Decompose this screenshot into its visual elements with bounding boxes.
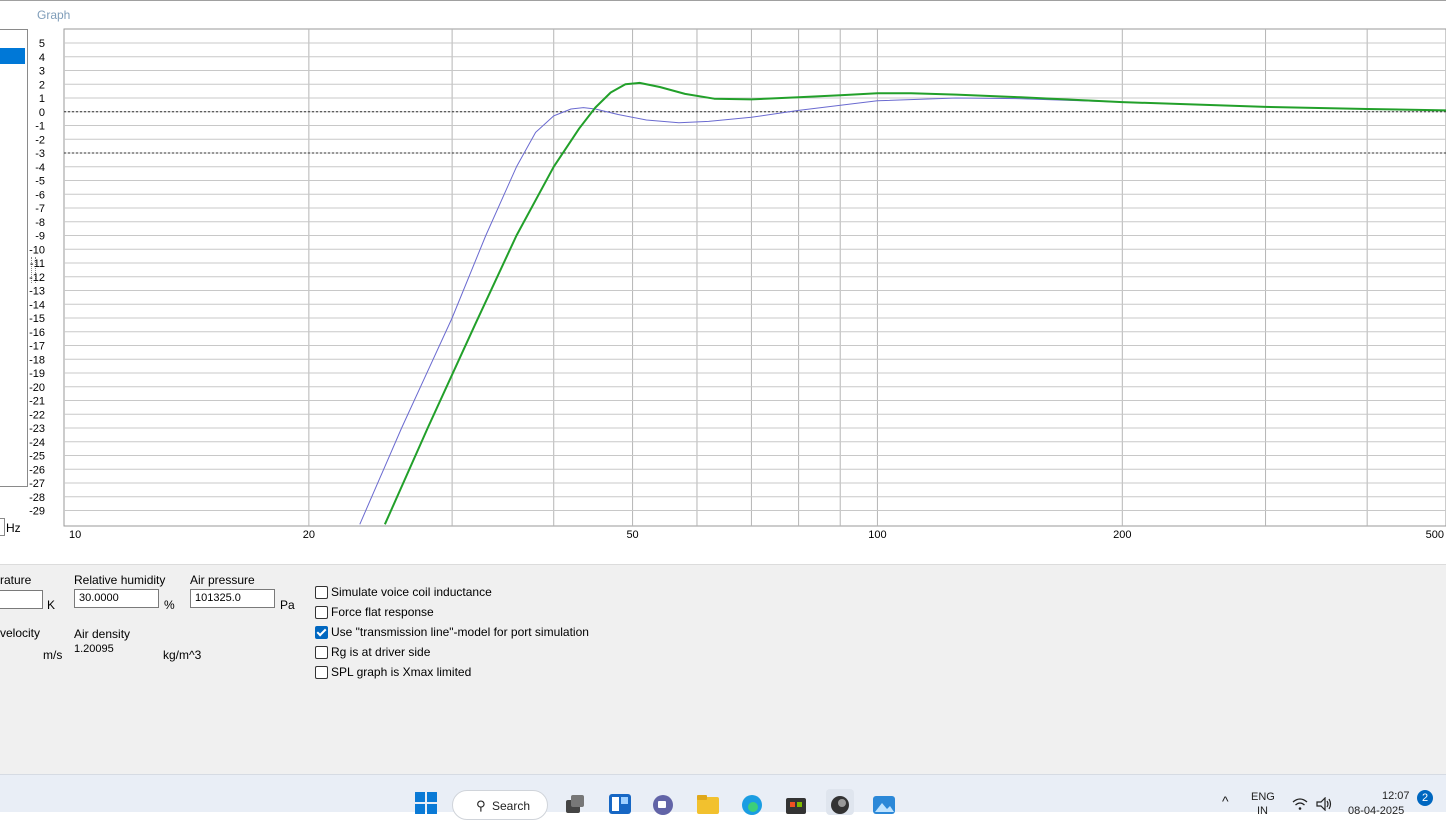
y-tick-label: -17	[29, 341, 45, 353]
y-tick-label: -5	[35, 176, 45, 188]
y-tick-label: -8	[35, 217, 45, 229]
clock-time[interactable]: 12:07	[1382, 790, 1410, 802]
pressure-input[interactable]: 101325.0	[190, 589, 275, 608]
checkbox-rg-driver-side[interactable]	[315, 646, 328, 659]
y-tick-label: -21	[29, 396, 45, 408]
y-tick-label: -10	[29, 244, 45, 256]
pressure-label: Air pressure	[190, 573, 255, 587]
y-tick-label: 5	[39, 38, 45, 50]
language-indicator[interactable]: ENG	[1251, 791, 1275, 803]
y-tick-label: -3	[35, 148, 45, 160]
velocity-label: velocity	[0, 626, 41, 640]
teams-chat-icon[interactable]	[651, 791, 675, 815]
clock-date[interactable]: 08-04-2025	[1348, 805, 1404, 817]
y-tick-label: -7	[35, 203, 45, 215]
checkbox-flat-response[interactable]	[315, 606, 328, 619]
notification-badge[interactable]: 2	[1417, 790, 1433, 806]
settings-panel: rature K Relative humidity 30.0000 % Air…	[0, 564, 1446, 775]
y-tick-label: 2	[39, 79, 45, 91]
y-tick-label: 4	[39, 52, 45, 64]
y-tick-label: -11	[30, 258, 45, 270]
edge-browser-icon[interactable]	[740, 791, 764, 815]
y-tick-label: -28	[29, 492, 45, 504]
option-label: SPL graph is Xmax limited	[331, 665, 472, 679]
y-tick-label: -9	[35, 231, 45, 243]
temperature-input[interactable]	[0, 590, 43, 609]
file-explorer-icon[interactable]	[696, 791, 720, 815]
density-unit: kg/m^3	[163, 648, 202, 662]
x-tick-label: 50	[626, 529, 638, 541]
wifi-icon[interactable]	[1292, 797, 1308, 811]
plot-area	[63, 28, 1446, 527]
humidity-label: Relative humidity	[74, 573, 166, 587]
checkbox-voice-coil[interactable]	[315, 586, 328, 599]
taskbar: ⚲ Search ^ ENG IN 12:07 08-04-2025 2	[0, 774, 1446, 820]
windows-start-icon[interactable]	[414, 791, 438, 815]
widgets-icon[interactable]	[608, 791, 632, 815]
y-tick-label: -16	[29, 327, 45, 339]
option-label: Simulate voice coil inductance	[331, 585, 492, 599]
volume-icon[interactable]	[1316, 797, 1334, 811]
language-region: IN	[1257, 805, 1268, 817]
x-tick-label: 20	[303, 529, 315, 541]
chevron-up-icon[interactable]: ^	[1222, 793, 1229, 809]
photos-icon[interactable]	[872, 791, 896, 815]
y-tick-label: -20	[29, 382, 45, 394]
temperature-label: rature	[0, 573, 32, 587]
x-tick-label: 200	[1113, 529, 1131, 541]
density-label: Air density	[74, 627, 131, 641]
x-tick-label: 100	[868, 529, 886, 541]
y-tick-label: -4	[35, 162, 45, 174]
humidity-input[interactable]: 30.0000	[74, 589, 159, 608]
y-tick-label: -24	[29, 437, 45, 449]
search-icon: ⚲	[476, 798, 486, 813]
x-tick-label: 10	[69, 529, 81, 541]
y-tick-label: -6	[35, 189, 45, 201]
y-tick-label: -23	[29, 423, 45, 435]
density-value: 1.20095	[74, 643, 114, 655]
y-tick-label: -26	[29, 464, 45, 476]
y-tick-label: -19	[29, 368, 45, 380]
graph-panel: Graph Hz 5 4 3 2 1 0 -1 -2 -3 -4 -5 -6 -7 -8 -9 -10 -11-…	[0, 0, 1446, 565]
y-tick-label: 1	[39, 93, 45, 105]
y-tick-label: -13	[29, 286, 45, 298]
search-box[interactable]: ⚲ Search	[452, 790, 548, 820]
y-tick-label: -12	[29, 272, 45, 284]
y-tick-label: -14	[29, 299, 45, 311]
velocity-unit: m/s	[43, 648, 63, 662]
y-tick-label: -22	[29, 409, 45, 421]
x-tick-label: 500	[1426, 529, 1444, 541]
task-view-icon[interactable]	[563, 791, 587, 815]
checkbox-transmission-line[interactable]	[315, 626, 328, 639]
y-tick-label: 0	[39, 107, 45, 119]
y-tick-label: -25	[29, 451, 45, 463]
humidity-unit: %	[164, 598, 175, 612]
pressure-unit: Pa	[280, 598, 295, 612]
y-tick-label: 3	[39, 66, 45, 78]
option-label: Force flat response	[331, 605, 434, 619]
y-tick-label: -1	[35, 121, 45, 133]
x-tick-labels: 10 20 50 100 200 500	[69, 529, 1444, 541]
speaker-app-icon[interactable]	[826, 789, 854, 815]
y-tick-label: -15	[29, 313, 45, 325]
y-tick-label: -2	[35, 134, 45, 146]
option-label: Use "transmission line"-model for port s…	[331, 625, 589, 639]
spl-chart: 543210-1-2-3-4-5-6-7-8-9-10-11-12-13-14-…	[29, 28, 1446, 541]
option-label: Rg is at driver side	[331, 645, 431, 659]
y-tick-label: -18	[29, 354, 45, 366]
y-tick-label: -29	[29, 506, 45, 518]
store-icon[interactable]	[784, 791, 808, 815]
checkbox-xmax-limited[interactable]	[315, 666, 328, 679]
y-tick-labels: 5 4 32 1 0 -1-2 -3 -4 -5-6 -7 -8 -9-10 -11 -12 -13-14 -…	[29, 38, 45, 518]
y-tick-label: -27	[29, 478, 45, 490]
temperature-unit: K	[47, 598, 56, 612]
